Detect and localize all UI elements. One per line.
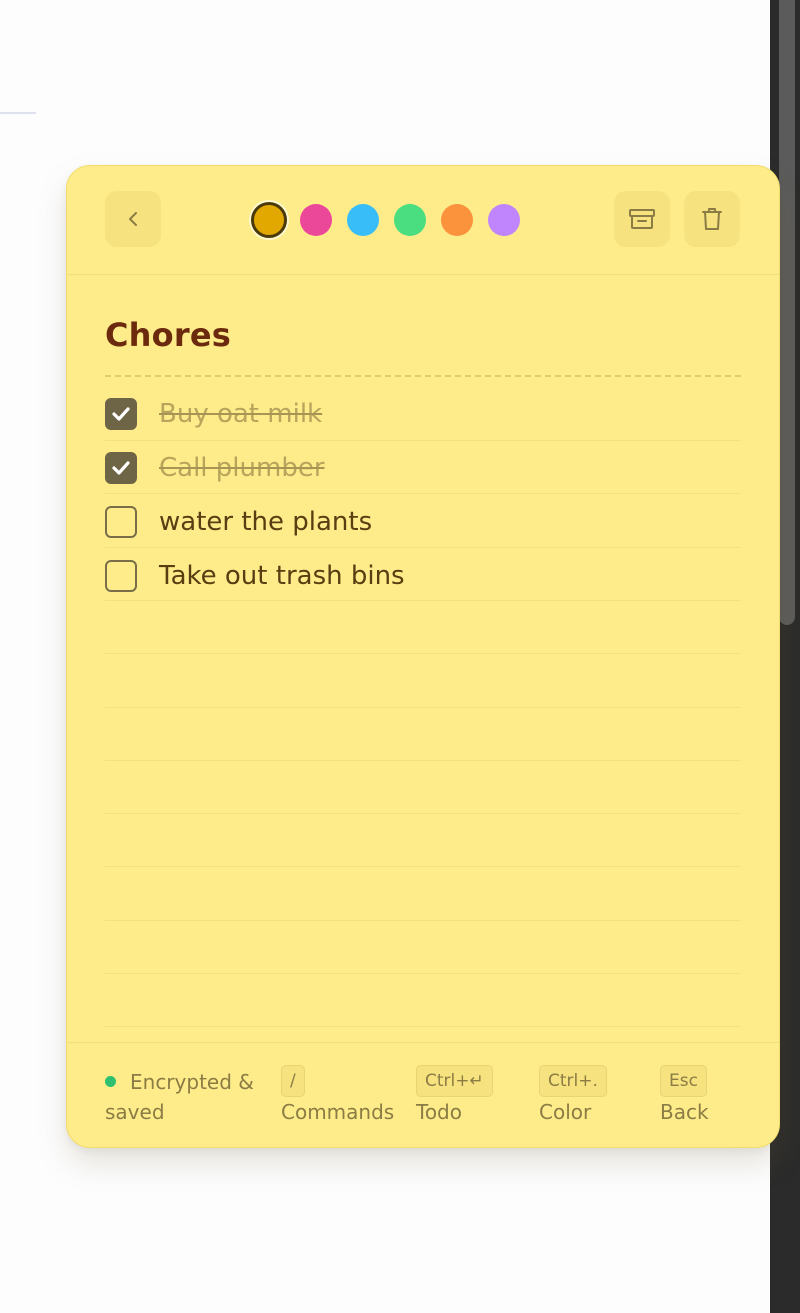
color-picker — [251, 202, 535, 238]
checkmark-icon — [112, 461, 130, 475]
archive-button[interactable] — [614, 191, 670, 247]
color-swatch-orange[interactable] — [441, 204, 473, 236]
shortcut-label: Color — [539, 1100, 592, 1124]
color-swatch-green[interactable] — [394, 204, 426, 236]
checkbox-unchecked[interactable] — [105, 560, 137, 592]
note-header — [67, 166, 779, 275]
shortcut-color: Ctrl+. Color — [539, 1065, 607, 1125]
todo-text[interactable]: Take out trash bins — [159, 561, 405, 591]
ruled-line — [105, 706, 741, 708]
checkbox-checked[interactable] — [105, 452, 137, 484]
archive-icon — [628, 207, 656, 231]
ruled-line — [105, 866, 741, 868]
delete-button[interactable] — [684, 191, 740, 247]
note-card: Chores Buy oat milk Call plumber water the… — [66, 165, 780, 1148]
color-swatch-sky[interactable] — [347, 204, 379, 236]
todo-item: Buy oat milk — [105, 387, 741, 441]
color-swatch-pink[interactable] — [300, 204, 332, 236]
shortcut-key: Esc — [660, 1065, 707, 1097]
todo-text[interactable]: Buy oat milk — [159, 399, 322, 429]
checkbox-checked[interactable] — [105, 398, 137, 430]
todo-item: Take out trash bins — [105, 549, 741, 603]
background-divider — [0, 112, 36, 114]
todo-list: Buy oat milk Call plumber water the plants… — [105, 387, 741, 603]
scrollbar-thumb[interactable] — [779, 0, 795, 625]
todo-item: water the plants — [105, 495, 741, 549]
status-dot-icon — [105, 1076, 116, 1087]
todo-text[interactable]: water the plants — [159, 507, 372, 537]
save-status: Encrypted & saved — [105, 1067, 275, 1127]
ruled-line — [105, 1026, 741, 1028]
ruled-line — [105, 759, 741, 761]
shortcut-key: Ctrl+. — [539, 1065, 607, 1097]
ruled-line — [105, 919, 741, 921]
checkbox-unchecked[interactable] — [105, 506, 137, 538]
chevron-left-icon — [126, 209, 140, 229]
back-button[interactable] — [105, 191, 161, 247]
title-divider — [105, 375, 741, 377]
shortcut-commands: / Commands — [281, 1065, 394, 1125]
ruled-line — [105, 813, 741, 815]
shortcut-todo: Ctrl+↵ Todo — [416, 1065, 493, 1125]
todo-text[interactable]: Call plumber — [159, 453, 325, 483]
note-title[interactable]: Chores — [105, 316, 231, 354]
ruled-line — [105, 973, 741, 974]
note-footer: Encrypted & saved / Commands Ctrl+↵ Todo… — [67, 1042, 779, 1147]
shortcut-back: Esc Back — [660, 1065, 709, 1125]
shortcut-label: Commands — [281, 1100, 395, 1124]
color-swatch-amber[interactable] — [251, 202, 287, 238]
shortcut-label: Back — [660, 1100, 709, 1124]
shortcut-label: Todo — [416, 1100, 462, 1124]
todo-item: Call plumber — [105, 441, 741, 495]
ruled-line — [105, 653, 741, 655]
status-text: Encrypted & saved — [105, 1070, 254, 1124]
shortcut-key: Ctrl+↵ — [416, 1065, 493, 1097]
shortcut-key: / — [281, 1065, 305, 1097]
checkmark-icon — [112, 407, 130, 421]
trash-icon — [700, 206, 724, 232]
color-swatch-purple[interactable] — [488, 204, 520, 236]
